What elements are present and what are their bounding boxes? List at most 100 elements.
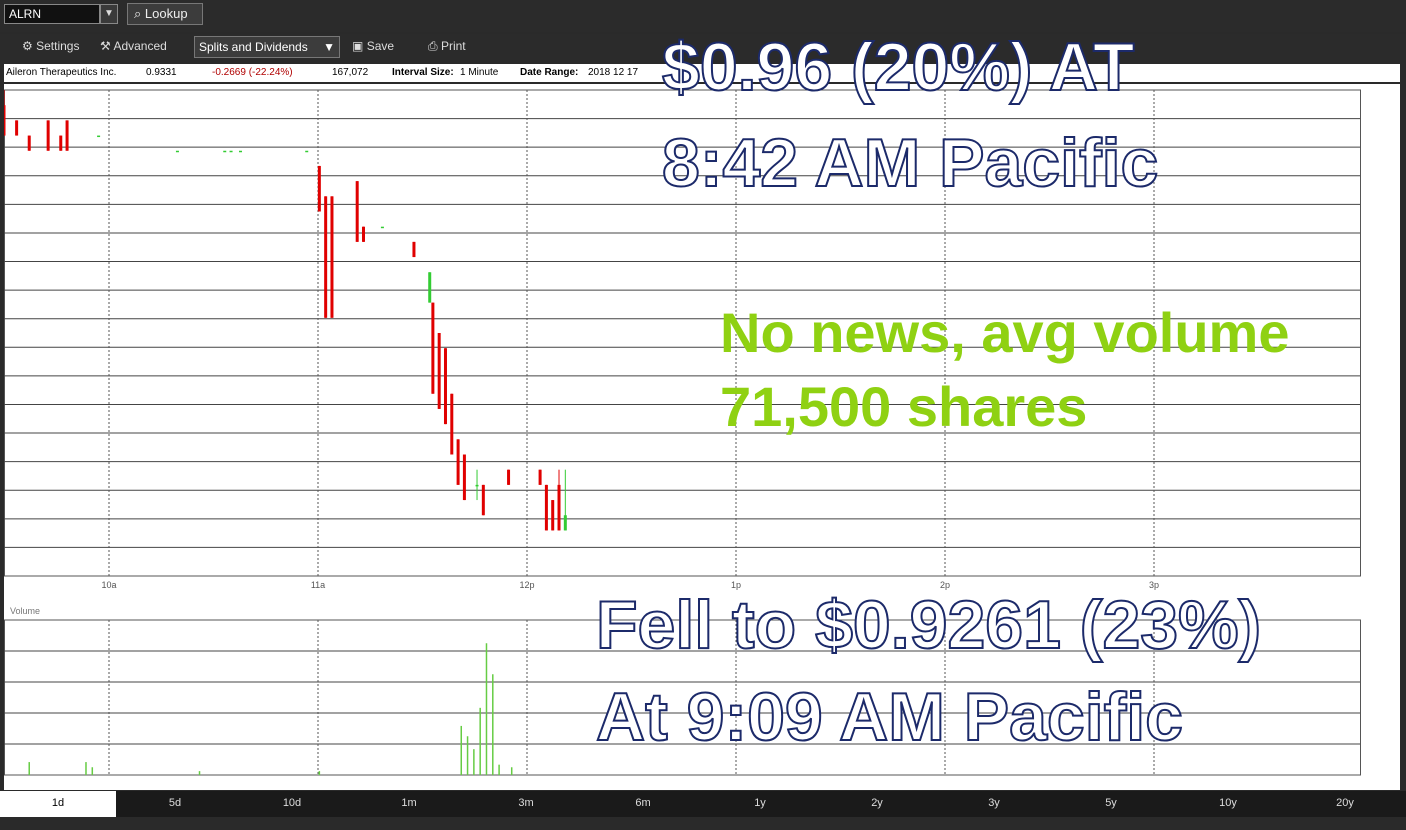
period-10y[interactable]: 10y <box>1170 791 1286 817</box>
interval-label: Interval Size: <box>392 67 454 78</box>
candle-body <box>538 469 542 485</box>
settings-button[interactable]: ⚙ Settings <box>22 39 79 53</box>
annotation-time-1: 8:42 AM Pacific <box>661 124 1159 202</box>
candle-body <box>507 469 511 485</box>
period-5d[interactable]: 5d <box>117 791 233 817</box>
lookup-button[interactable]: ⌕ Lookup <box>127 3 203 25</box>
period-3m[interactable]: 3m <box>468 791 584 817</box>
interval-value: 1 Minute <box>460 67 499 78</box>
chevron-down-icon: ▼ <box>104 8 114 19</box>
annotation-no-news: No news, avg volume <box>720 301 1290 364</box>
period-1d[interactable]: 1d <box>0 791 116 817</box>
volume-bar <box>485 643 488 775</box>
period-selector: 1d 5d 10d 1m 3m 6m 1y 2y 3y 5y 10y 20y <box>0 791 1406 817</box>
candle-body <box>65 120 69 151</box>
candle-body <box>450 393 454 455</box>
candle-body <box>437 333 441 409</box>
candle-body <box>443 348 447 425</box>
candle-body <box>361 226 365 242</box>
candle-body <box>380 226 384 229</box>
candle-body <box>239 150 243 153</box>
candle-body <box>462 454 466 501</box>
annotation-time-2: At 9:09 AM Pacific <box>595 678 1184 756</box>
annotation-price-at: $0.96 (20%) AT <box>661 28 1135 106</box>
volume-bar <box>460 725 463 775</box>
candle-body <box>324 196 328 318</box>
company-name: Aileron Therapeutics Inc. <box>6 67 117 78</box>
candle-body <box>330 196 334 318</box>
candle-body <box>551 500 555 531</box>
volume-bar <box>479 707 481 775</box>
candle-body <box>59 135 63 151</box>
volume-bar <box>492 674 494 775</box>
print-button[interactable]: ⎙ Print <box>428 39 466 54</box>
range-label: Date Range: <box>520 67 579 78</box>
candle-body <box>428 272 432 303</box>
candle-body <box>27 135 31 151</box>
candle-body <box>412 241 416 258</box>
x-tick-label: 12p <box>519 580 534 590</box>
splits-label: Splits and Dividends <box>199 40 308 54</box>
save-label: Save <box>366 39 395 53</box>
period-2y[interactable]: 2y <box>819 791 935 817</box>
candle-body <box>355 181 359 242</box>
settings-label: Settings <box>36 39 80 53</box>
search-icon: ⌕ <box>134 6 142 21</box>
candle-body <box>544 484 548 531</box>
last-price: 0.9331 <box>146 67 177 78</box>
advanced-label: Advanced <box>113 39 167 53</box>
print-label: Print <box>440 39 466 53</box>
candle-body <box>563 515 567 531</box>
splits-dividends-select[interactable]: Splits and Dividends ▼ <box>194 36 340 58</box>
candle-body <box>305 150 309 153</box>
period-5y[interactable]: 5y <box>1053 791 1169 817</box>
volume-bar <box>85 762 87 775</box>
period-6m[interactable]: 6m <box>585 791 701 817</box>
candle-body <box>475 484 479 487</box>
volume-bar <box>473 749 475 775</box>
candle-body <box>46 120 50 151</box>
advanced-button[interactable]: ⚒ Advanced <box>100 39 167 53</box>
candle-body <box>15 120 19 136</box>
candle-body <box>557 484 561 531</box>
volume-value: 167,072 <box>332 67 369 78</box>
symbol-input[interactable]: ALRN <box>4 4 100 24</box>
period-20y[interactable]: 20y <box>1287 791 1403 817</box>
candle-body <box>456 439 460 485</box>
annotation-fell-to: Fell to $0.9261 (23%) <box>595 586 1262 664</box>
volume-bar <box>466 736 469 775</box>
save-button[interactable]: ▣ Save <box>352 39 394 53</box>
candle-body <box>229 150 233 153</box>
price-change: -0.2669 (-22.24%) <box>212 67 293 78</box>
volume-bar <box>510 767 513 775</box>
volume-label: Volume <box>10 606 40 616</box>
symbol-dropdown-button[interactable]: ▼ <box>100 4 118 24</box>
volume-bar <box>28 762 30 775</box>
lookup-label: Lookup <box>144 6 188 21</box>
candle-body <box>431 302 435 394</box>
period-1m[interactable]: 1m <box>351 791 467 817</box>
volume-bar <box>318 771 321 775</box>
period-1y[interactable]: 1y <box>702 791 818 817</box>
save-icon: ▣ <box>352 39 364 53</box>
status-strip <box>0 817 1406 830</box>
period-10d[interactable]: 10d <box>234 791 350 817</box>
candle-body <box>175 150 179 153</box>
x-tick-label: 10a <box>101 580 116 590</box>
period-3y[interactable]: 3y <box>936 791 1052 817</box>
print-icon: ⎙ <box>428 39 438 53</box>
advanced-icon: ⚒ <box>100 39 111 53</box>
candle-body <box>317 165 321 212</box>
volume-bar <box>91 767 94 775</box>
annotation-avg-volume: 71,500 shares <box>720 375 1088 438</box>
volume-bar <box>498 764 500 775</box>
range-value: 2018 12 17 <box>588 67 639 78</box>
candle-body <box>223 150 227 153</box>
volume-bar <box>198 771 201 775</box>
candle-body <box>97 135 101 138</box>
gear-icon: ⚙ <box>22 39 33 53</box>
candle-body <box>4 105 6 136</box>
chevron-down-icon: ▼ <box>323 40 335 54</box>
candle-body <box>481 484 485 516</box>
x-tick-label: 11a <box>311 580 325 590</box>
